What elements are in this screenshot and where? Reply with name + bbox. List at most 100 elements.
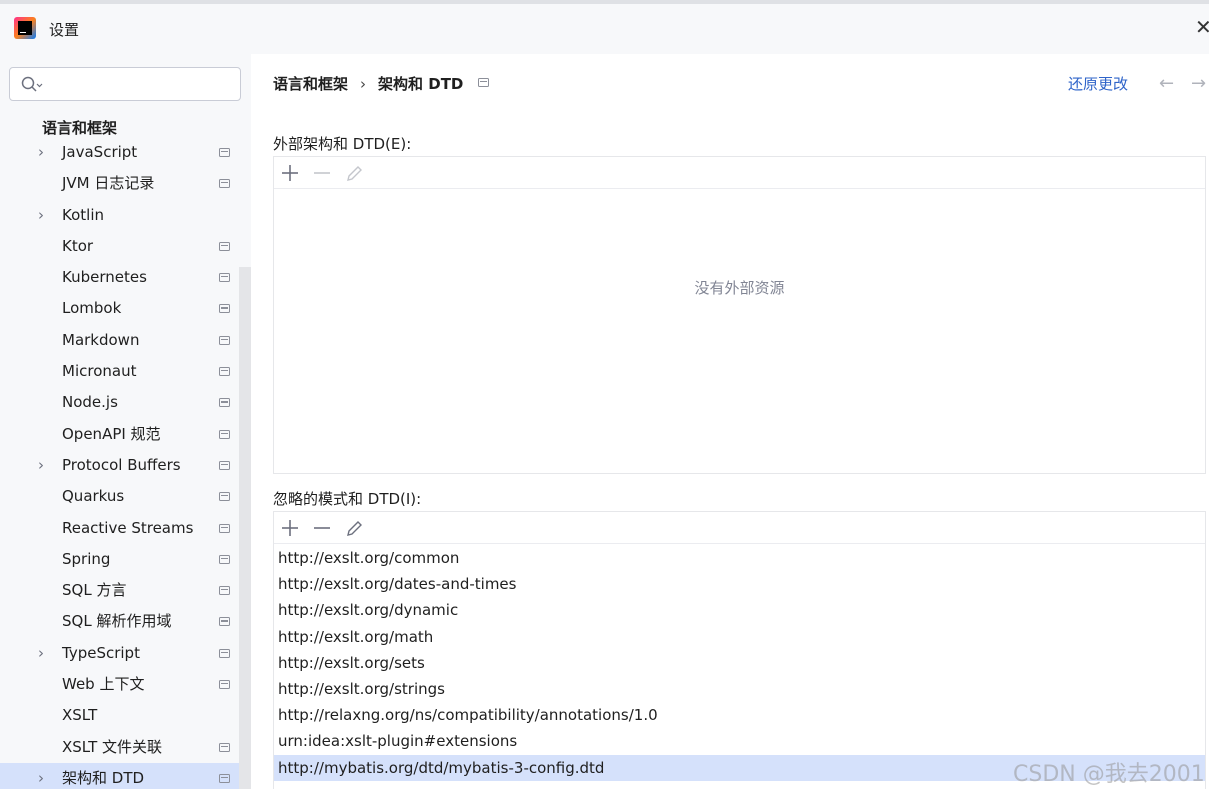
sidebar-item-label: Spring — [62, 549, 111, 568]
project-level-icon — [219, 398, 230, 408]
list-item[interactable]: http://exslt.org/common — [274, 545, 1205, 571]
plus-icon[interactable] — [279, 517, 301, 539]
chevron-right-icon[interactable]: › — [38, 638, 50, 669]
project-level-icon — [219, 523, 230, 533]
project-level-icon — [219, 617, 230, 627]
chevron-right-icon[interactable]: › — [38, 137, 50, 168]
minus-icon[interactable] — [311, 517, 333, 539]
search-input[interactable] — [50, 74, 230, 94]
sidebar-item[interactable]: Lombok — [0, 293, 251, 324]
sidebar-item[interactable]: › JavaScript — [0, 137, 251, 168]
sidebar-item[interactable]: › Kotlin — [0, 200, 251, 231]
chevron-right-icon[interactable]: › — [38, 450, 50, 481]
sidebar-item-label: XSLT 文件关联 — [62, 737, 163, 756]
ignored-schemas-label: 忽略的模式和 DTD(I): — [273, 490, 422, 508]
sidebar-item-label: Ktor — [62, 236, 94, 255]
project-level-icon — [219, 148, 230, 157]
sidebar-item-label: XSLT — [62, 706, 98, 725]
breadcrumb-current: 架构和 DTD — [378, 75, 464, 93]
sidebar-item[interactable]: XSLT — [0, 700, 251, 731]
project-level-icon — [219, 241, 230, 251]
ignored-toolbar — [274, 512, 1205, 544]
sidebar-item-label: Node.js — [62, 393, 118, 412]
project-level-icon — [478, 78, 489, 87]
external-schemas-label: 外部架构和 DTD(E): — [273, 135, 412, 153]
sidebar-item-label: Markdown — [62, 330, 140, 349]
sidebar-item-label: Kubernetes — [62, 268, 147, 287]
sidebar-section-title: 语言和框架 — [42, 119, 118, 137]
empty-state-text: 没有外部资源 — [694, 279, 785, 297]
sidebar-list: › JavaScript JVM 日志记录 › Kotlin Ktor Kubernetes… — [0, 137, 251, 789]
pencil-icon[interactable] — [344, 517, 366, 539]
sidebar-item-label: TypeScript — [62, 643, 140, 662]
reset-changes-link[interactable]: 还原更改 — [1068, 73, 1128, 94]
project-level-icon — [219, 742, 230, 752]
project-level-icon — [219, 367, 230, 377]
sidebar-item[interactable]: Micronaut — [0, 356, 251, 387]
sidebar-item[interactable]: Web 上下文 — [0, 669, 251, 700]
sidebar-item[interactable]: OpenAPI 规范 — [0, 419, 251, 450]
sidebar-item[interactable]: Spring — [0, 544, 251, 575]
sidebar-item[interactable]: › TypeScript — [0, 638, 251, 669]
sidebar-item[interactable]: Reactive Streams — [0, 513, 251, 544]
close-icon[interactable]: ✕ — [1195, 16, 1209, 38]
sidebar-item-label: Quarkus — [62, 487, 125, 506]
minus-icon[interactable] — [311, 162, 333, 184]
sidebar-item-label: Micronaut — [62, 362, 137, 381]
sidebar-item[interactable]: Quarkus — [0, 481, 251, 512]
project-level-icon — [219, 680, 230, 690]
sidebar-item[interactable]: SQL 解析作用域 — [0, 606, 251, 637]
search-field[interactable] — [9, 67, 241, 101]
sidebar-item[interactable]: › 架构和 DTD — [0, 762, 251, 789]
project-level-icon — [219, 648, 230, 658]
settings-sidebar: 语言和框架 › JavaScript JVM 日志记录 › Kotlin Ktor Kube… — [0, 54, 251, 789]
sidebar-item[interactable]: XSLT 文件关联 — [0, 732, 251, 763]
sidebar-item-label: 架构和 DTD — [62, 768, 145, 787]
project-level-icon — [219, 773, 230, 783]
sidebar-item-label: Protocol Buffers — [62, 455, 181, 474]
ignored-schemas-panel: http://exslt.org/common http://exslt.org/… — [273, 511, 1206, 789]
plus-icon[interactable] — [279, 162, 301, 184]
sidebar-item[interactable]: Node.js — [0, 387, 251, 418]
project-level-icon — [219, 304, 230, 314]
pencil-icon[interactable] — [344, 162, 366, 184]
breadcrumb-parent[interactable]: 语言和框架 — [273, 75, 348, 93]
sidebar-item[interactable]: Markdown — [0, 325, 251, 356]
breadcrumb: 语言和框架 › 架构和 DTD — [273, 73, 463, 94]
watermark: CSDN @我去2001 — [1013, 762, 1205, 787]
intellij-logo-icon — [14, 17, 36, 39]
ignored-schemas-list: http://exslt.org/common http://exslt.org/… — [274, 544, 1205, 781]
sidebar-item-label: SQL 解析作用域 — [62, 612, 172, 631]
sidebar-item-label: OpenAPI 规范 — [62, 424, 161, 443]
sidebar-item[interactable]: SQL 方言 — [0, 575, 251, 606]
list-item[interactable]: http://exslt.org/dates-and-times — [274, 571, 1205, 597]
chevron-right-icon[interactable]: › — [38, 763, 50, 789]
sidebar-item-label: Kotlin — [62, 205, 104, 224]
list-item[interactable]: urn:idea:xslt-plugin#extensions — [274, 728, 1205, 754]
sidebar-item[interactable]: Kubernetes — [0, 262, 251, 293]
list-item[interactable]: http://exslt.org/strings — [274, 676, 1205, 702]
list-item[interactable]: http://exslt.org/sets — [274, 650, 1205, 676]
sidebar-item[interactable]: Ktor — [0, 231, 251, 262]
sidebar-item[interactable]: JVM 日志记录 — [0, 168, 251, 199]
sidebar-scrollbar[interactable] — [239, 267, 251, 789]
list-item[interactable]: http://exslt.org/math — [274, 624, 1205, 650]
main-panel: 语言和框架 › 架构和 DTD 还原更改 ← → 外部架构和 DTD(E): 没有外… — [251, 54, 1209, 789]
sidebar-item-label: Web 上下文 — [62, 675, 145, 694]
project-level-icon — [219, 492, 230, 502]
sidebar-item-label: Reactive Streams — [62, 518, 194, 537]
sidebar-item-label: JavaScript — [62, 143, 138, 161]
project-level-icon — [219, 335, 230, 345]
project-level-icon — [219, 429, 230, 439]
back-arrow-icon[interactable]: ← — [1159, 73, 1174, 94]
list-item[interactable]: http://exslt.org/dynamic — [274, 597, 1205, 623]
project-level-icon — [219, 460, 230, 470]
list-item[interactable]: http://relaxng.org/ns/compatibility/anno… — [274, 702, 1205, 728]
chevron-right-icon[interactable]: › — [38, 200, 50, 231]
sidebar-item-label: JVM 日志记录 — [62, 174, 155, 193]
window-title: 设置 — [49, 21, 80, 39]
sidebar-item[interactable]: › Protocol Buffers — [0, 450, 251, 481]
forward-arrow-icon[interactable]: → — [1191, 73, 1206, 94]
external-schemas-panel: 没有外部资源 — [273, 156, 1206, 474]
project-level-icon — [219, 179, 230, 189]
